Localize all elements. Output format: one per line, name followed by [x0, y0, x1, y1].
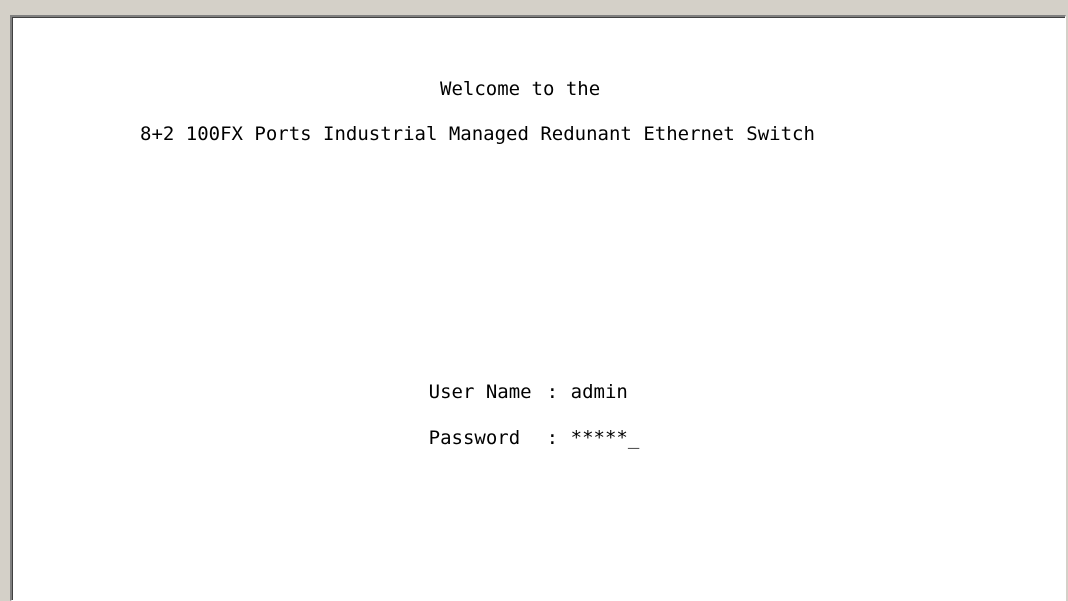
text-cursor: _ — [627, 427, 640, 449]
telnet-window: Welcome to the 8+2 100FX Ports Industria… — [0, 0, 1068, 601]
password-label: Password — [428, 427, 521, 449]
product-title: 8+2 100FX Ports Industrial Managed Redun… — [140, 123, 815, 145]
username-field[interactable]: admin — [571, 381, 628, 403]
password-field[interactable]: ***** — [571, 427, 628, 449]
terminal-screen[interactable]: Welcome to the 8+2 100FX Ports Industria… — [10, 15, 1066, 601]
password-separator: : — [546, 427, 559, 449]
username-separator: : — [546, 381, 559, 403]
welcome-text: Welcome to the — [440, 78, 601, 100]
username-label: User Name — [428, 381, 532, 403]
password-row: Password: *****_ — [360, 405, 640, 471]
